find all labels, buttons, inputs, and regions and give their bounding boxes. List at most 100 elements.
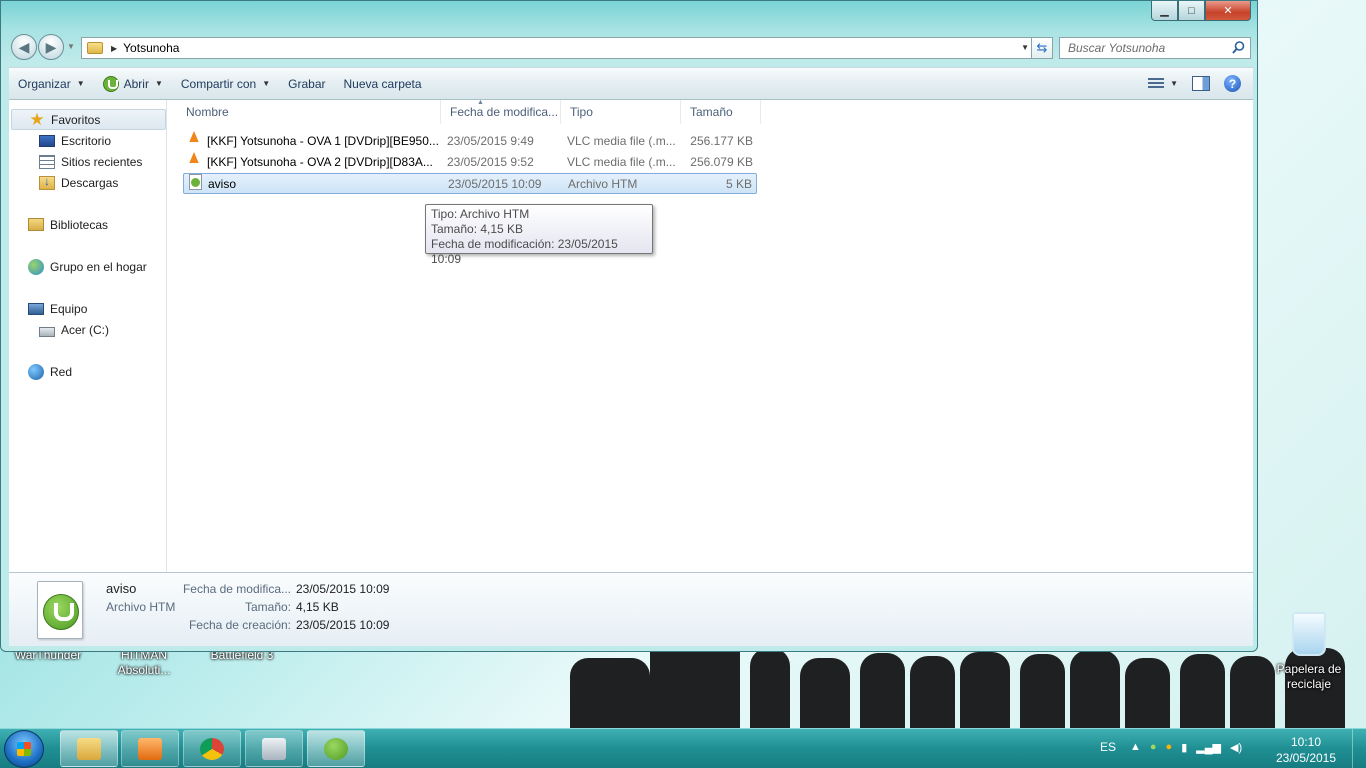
column-header-date[interactable]: Fecha de modifica...	[441, 100, 561, 124]
address-bar[interactable]: ▶ Yotsunoha ▼	[81, 37, 1033, 59]
search-icon[interactable]	[1232, 41, 1245, 54]
desktop-icon-hitman[interactable]: HITMAN Absoluti...	[105, 648, 183, 678]
file-row-selected[interactable]: aviso 23/05/2015 10:09 Archivo HTM 5 KB	[183, 173, 757, 194]
details-file-type: Archivo HTM	[106, 600, 176, 614]
breadcrumb-current[interactable]: Yotsunoha	[123, 41, 179, 55]
recycle-bin-icon[interactable]: Papelera de reciclaje	[1274, 612, 1344, 692]
file-row[interactable]: [KKF] Yotsunoha - OVA 1 [DVDrip][BE950..…	[183, 131, 757, 152]
recycle-bin-graphic	[1292, 612, 1326, 656]
open-button[interactable]: Abrir ▼	[94, 68, 172, 99]
start-button[interactable]	[4, 730, 44, 768]
details-modified-label: Fecha de modifica...	[182, 582, 291, 596]
nav-item-libraries[interactable]: Bibliotecas	[9, 214, 108, 235]
search-box	[1059, 37, 1251, 59]
tray-app-icon[interactable]: ●	[1166, 741, 1173, 754]
help-icon[interactable]: ?	[1224, 75, 1241, 92]
vlc-icon	[188, 152, 200, 166]
burn-button[interactable]: Grabar	[279, 68, 334, 99]
volume-icon[interactable]: ◀)	[1230, 741, 1242, 754]
refresh-button[interactable]: ⇆	[1031, 37, 1053, 59]
clock-date: 23/05/2015	[1275, 751, 1337, 765]
taskbar-utorrent[interactable]	[307, 730, 365, 767]
share-button[interactable]: Compartir con ▼	[172, 68, 279, 99]
taskbar-chrome[interactable]	[183, 730, 241, 767]
desktop-icons: WarThunder HITMAN Absoluti... Battlefield…	[0, 648, 400, 728]
network-icon	[28, 363, 44, 380]
utorrent-file-icon	[189, 174, 202, 190]
nav-item-desktop[interactable]: Escritorio	[9, 130, 111, 151]
nav-item-recent[interactable]: Sitios recientes	[9, 151, 142, 172]
file-row[interactable]: [KKF] Yotsunoha - OVA 2 [DVDrip][D83A...…	[183, 152, 757, 173]
details-pane: aviso Archivo HTM Fecha de modifica... 2…	[9, 572, 1253, 646]
utorrent-icon	[43, 594, 79, 630]
file-name: aviso	[208, 177, 237, 191]
column-header-size[interactable]: Tamaño	[681, 100, 761, 124]
back-arrow-icon: ◀	[18, 38, 30, 55]
file-size: 256.177 KB	[690, 134, 753, 148]
forward-button[interactable]: ▶	[38, 34, 64, 60]
chevron-down-icon: ▼	[1170, 79, 1178, 88]
downloads-icon	[39, 174, 55, 190]
column-header-name[interactable]: Nombre	[177, 100, 441, 124]
file-type: Archivo HTM	[568, 177, 638, 191]
explorer-body: ★Favoritos Escritorio Sitios recientes D…	[9, 99, 1253, 572]
taskbar-calculator[interactable]	[245, 730, 303, 767]
power-icon[interactable]: ▮	[1181, 741, 1187, 754]
recent-pages-dropdown-icon[interactable]: ▼	[67, 42, 75, 51]
minimize-button[interactable]: ▁	[1151, 1, 1178, 21]
folder-icon	[77, 737, 101, 760]
forward-arrow-icon: ▶	[45, 38, 57, 55]
change-view-button[interactable]: ▼	[1148, 77, 1178, 90]
homegroup-icon	[28, 258, 44, 275]
chevron-down-icon: ▼	[154, 79, 163, 88]
language-indicator[interactable]: ES	[1100, 740, 1116, 754]
preview-pane-icon[interactable]	[1192, 76, 1210, 91]
utorrent-icon	[102, 75, 119, 92]
calculator-icon	[262, 737, 286, 760]
show-hidden-icons-icon[interactable]: ▲	[1130, 741, 1141, 754]
signal-icon[interactable]: ▂▄▆	[1196, 741, 1221, 754]
chevron-down-icon: ▼	[262, 79, 271, 88]
nav-item-network[interactable]: Red	[9, 361, 72, 382]
nav-item-downloads[interactable]: Descargas	[9, 172, 118, 193]
details-view-icon	[1148, 77, 1165, 90]
nav-item-computer[interactable]: Equipo	[9, 298, 87, 319]
back-button[interactable]: ◀	[11, 34, 37, 60]
close-button[interactable]: ✕	[1205, 1, 1251, 21]
taskbar: ES ▲ ● ● ▮ ▂▄▆ ◀) 10:10 23/05/2015	[0, 728, 1366, 768]
window-controls: ▁ □ ✕	[1151, 1, 1251, 21]
utorrent-tray-icon[interactable]: ●	[1150, 741, 1157, 754]
breadcrumb-chevron-icon[interactable]: ▶	[111, 44, 117, 53]
file-type: VLC media file (.m...	[567, 134, 676, 148]
column-headers: ▲ Nombre Fecha de modifica... Tipo Tamañ…	[177, 99, 1253, 124]
file-thumbnail-icon	[37, 581, 83, 639]
maximize-button[interactable]: □	[1178, 1, 1205, 21]
star-icon: ★	[29, 109, 45, 129]
recent-places-icon	[39, 154, 55, 169]
nav-item-drive-c[interactable]: Acer (C:)	[9, 319, 109, 340]
address-dropdown-icon[interactable]: ▼	[1021, 43, 1029, 52]
file-size: 256.079 KB	[690, 155, 753, 169]
organize-button[interactable]: Organizar ▼	[9, 68, 94, 99]
file-date: 23/05/2015 9:49	[447, 134, 534, 148]
show-desktop-button[interactable]	[1352, 729, 1366, 768]
file-type: VLC media file (.m...	[567, 155, 676, 169]
column-header-type[interactable]: Tipo	[561, 100, 681, 124]
taskbar-explorer[interactable]	[60, 730, 118, 767]
search-input[interactable]	[1060, 38, 1220, 58]
clock[interactable]: 10:10 23/05/2015	[1270, 734, 1342, 766]
refresh-icon: ⇆	[1036, 40, 1048, 55]
drive-icon	[39, 326, 55, 337]
folder-icon	[87, 42, 103, 54]
file-name: [KKF] Yotsunoha - OVA 2 [DVDrip][D83A...	[207, 155, 433, 169]
tooltip-size: Tamaño: 4,15 KB	[431, 222, 524, 236]
file-name: [KKF] Yotsunoha - OVA 1 [DVDrip][BE950..…	[207, 134, 439, 148]
new-folder-button[interactable]: Nueva carpeta	[335, 68, 431, 99]
address-bar-row: ◀ ▶ ▼ ▶ Yotsunoha ▼ ⇆	[9, 32, 1253, 62]
nav-item-favorites[interactable]: ★ Favoritos	[11, 109, 166, 130]
desktop-icon	[39, 134, 55, 147]
chevron-down-icon: ▼	[76, 79, 85, 88]
nav-item-homegroup[interactable]: Grupo en el hogar	[9, 256, 147, 277]
navigation-pane: ★Favoritos Escritorio Sitios recientes D…	[9, 100, 167, 572]
taskbar-media-player[interactable]	[121, 730, 179, 767]
